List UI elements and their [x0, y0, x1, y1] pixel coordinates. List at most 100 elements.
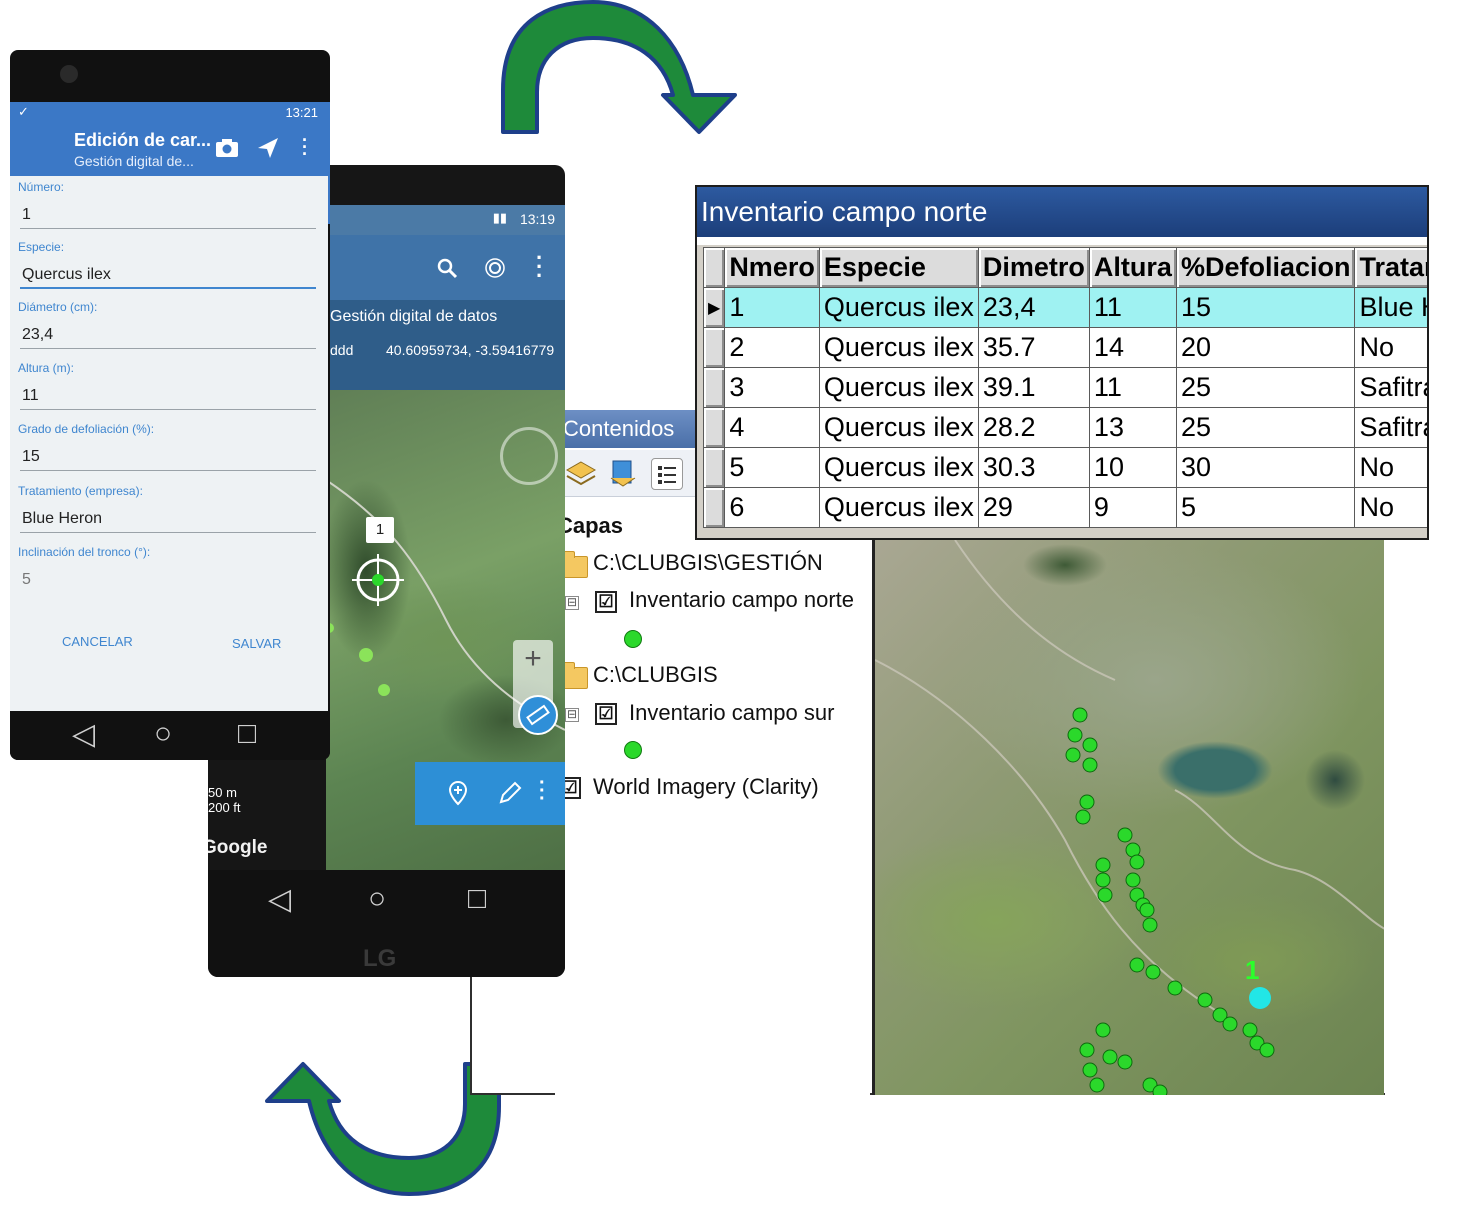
- table-cell[interactable]: 30.3: [977, 447, 1090, 488]
- table-cell[interactable]: 28.2: [977, 407, 1090, 448]
- inventory-point[interactable]: [1089, 1077, 1105, 1093]
- table-row[interactable]: ▶ 1 Quercus ilex 23,4 11 15 Blue Heron: [702, 287, 1427, 328]
- send-icon[interactable]: [256, 136, 280, 160]
- table-cell[interactable]: 4: [724, 407, 820, 448]
- inventory-point[interactable]: [1079, 794, 1095, 810]
- table-cell[interactable]: 13: [1088, 407, 1177, 448]
- column-header[interactable]: Dimetro: [977, 247, 1090, 288]
- field-value[interactable]: 5: [22, 571, 31, 589]
- more-icon[interactable]: · · ·: [536, 247, 543, 287]
- table-cell[interactable]: 14: [1088, 327, 1177, 368]
- table-cell[interactable]: Safitra: [1354, 407, 1427, 448]
- table-cell[interactable]: 6: [724, 487, 820, 528]
- table-cell[interactable]: Safitra: [1354, 367, 1427, 408]
- inventory-point[interactable]: [1079, 1042, 1095, 1058]
- table-cell[interactable]: Quercus ilex: [818, 487, 979, 528]
- column-header[interactable]: %Defoliacion: [1175, 247, 1356, 288]
- inventory-point[interactable]: [1125, 872, 1141, 888]
- inventory-point[interactable]: [1222, 1016, 1238, 1032]
- inventory-point[interactable]: [1117, 827, 1133, 843]
- source-icon[interactable]: [607, 458, 639, 490]
- table-cell[interactable]: Quercus ilex: [818, 367, 979, 408]
- inventory-point[interactable]: [1117, 1054, 1133, 1070]
- row-selector[interactable]: [702, 487, 726, 528]
- row-selector[interactable]: [702, 447, 726, 488]
- inventory-point[interactable]: [1259, 1042, 1275, 1058]
- inventory-point[interactable]: [1082, 737, 1098, 753]
- inventory-point[interactable]: [1242, 1022, 1258, 1038]
- table-cell[interactable]: Quercus ilex: [818, 447, 979, 488]
- add-point-icon[interactable]: [445, 780, 471, 806]
- table-cell[interactable]: 35.7: [977, 327, 1090, 368]
- inventory-point[interactable]: [1142, 917, 1158, 933]
- table-cell[interactable]: Blue Heron: [1354, 287, 1427, 328]
- cancel-button[interactable]: CANCELAR: [62, 634, 133, 649]
- save-button[interactable]: SALVAR: [232, 636, 281, 651]
- column-header[interactable]: Nmero: [724, 247, 820, 288]
- table-cell[interactable]: 2: [724, 327, 820, 368]
- layer-name[interactable]: Inventario campo sur: [629, 700, 834, 726]
- row-selector-icon[interactable]: ▶: [702, 287, 726, 328]
- table-row[interactable]: 3 Quercus ilex 39.1 11 25 Safitra: [702, 367, 1427, 408]
- column-header[interactable]: Altura: [1088, 247, 1177, 288]
- field-value[interactable]: 11: [22, 387, 39, 405]
- nav-back-button[interactable]: ◁: [72, 717, 95, 752]
- inventory-point[interactable]: [1102, 1049, 1118, 1065]
- nav-back-button[interactable]: ◁: [268, 882, 291, 917]
- inventory-point[interactable]: [1097, 887, 1113, 903]
- zoom-in-button[interactable]: +: [513, 642, 553, 676]
- edit-icon[interactable]: [497, 780, 523, 806]
- collapse-icon[interactable]: ⊟: [565, 708, 579, 722]
- gps-icon[interactable]: [484, 257, 506, 279]
- inventory-point[interactable]: [1139, 902, 1155, 918]
- inventory-point[interactable]: [1095, 1022, 1111, 1038]
- row-selector[interactable]: [702, 327, 726, 368]
- basemap-name[interactable]: World Imagery (Clarity): [593, 774, 819, 800]
- table-cell[interactable]: 3: [724, 367, 820, 408]
- field-value[interactable]: 23,4: [22, 326, 53, 344]
- table-cell[interactable]: 29: [977, 487, 1090, 528]
- inventory-point[interactable]: [1152, 1084, 1168, 1095]
- inventory-point[interactable]: [1167, 980, 1183, 996]
- inventory-point[interactable]: [1082, 757, 1098, 773]
- inventory-point[interactable]: [1065, 747, 1081, 763]
- table-cell[interactable]: 11: [1088, 287, 1177, 328]
- table-cell[interactable]: No: [1354, 327, 1427, 368]
- layer-checkbox[interactable]: ☑: [595, 591, 617, 613]
- selected-point[interactable]: [1249, 987, 1271, 1009]
- group-path[interactable]: C:\CLUBGIS\GESTIÓN: [593, 550, 823, 576]
- map-view[interactable]: 1: [872, 540, 1384, 1095]
- table-cell[interactable]: No: [1354, 447, 1427, 488]
- table-cell[interactable]: Quercus ilex: [818, 327, 979, 368]
- inventory-point[interactable]: [1129, 957, 1145, 973]
- list-icon[interactable]: [651, 458, 683, 490]
- nav-recent-button[interactable]: □: [238, 717, 256, 751]
- field-value[interactable]: 1: [22, 206, 31, 224]
- column-header[interactable]: Especie: [818, 247, 979, 288]
- inventory-point[interactable]: [1145, 964, 1161, 980]
- table-cell[interactable]: 20: [1175, 327, 1356, 368]
- table-cell[interactable]: 11: [1088, 367, 1177, 408]
- inventory-point[interactable]: [1197, 992, 1213, 1008]
- layer-name[interactable]: Inventario campo norte: [629, 587, 854, 613]
- collapse-icon[interactable]: ⊟: [565, 596, 579, 610]
- row-selector[interactable]: [702, 367, 726, 408]
- column-header[interactable]: Tratamiento: [1354, 247, 1427, 288]
- table-cell[interactable]: 25: [1175, 367, 1356, 408]
- table-cell[interactable]: 1: [724, 287, 820, 328]
- field-value[interactable]: Quercus ilex: [22, 266, 111, 284]
- layers-icon[interactable]: [565, 458, 597, 490]
- table-cell[interactable]: Quercus ilex: [818, 287, 979, 328]
- group-path[interactable]: C:\CLUBGIS: [593, 662, 718, 688]
- table-cell[interactable]: 30: [1175, 447, 1356, 488]
- field-value[interactable]: Blue Heron: [22, 510, 102, 528]
- table-cell[interactable]: 25: [1175, 407, 1356, 448]
- inventory-point[interactable]: [1095, 872, 1111, 888]
- table-row[interactable]: 2 Quercus ilex 35.7 14 20 No: [702, 327, 1427, 368]
- table-row[interactable]: 6 Quercus ilex 29 9 5 No: [702, 487, 1427, 528]
- layer-checkbox[interactable]: ☑: [595, 703, 617, 725]
- table-cell[interactable]: 5: [1175, 487, 1356, 528]
- table-cell[interactable]: 10: [1088, 447, 1177, 488]
- compass-icon[interactable]: [500, 427, 558, 485]
- table-cell[interactable]: 5: [724, 447, 820, 488]
